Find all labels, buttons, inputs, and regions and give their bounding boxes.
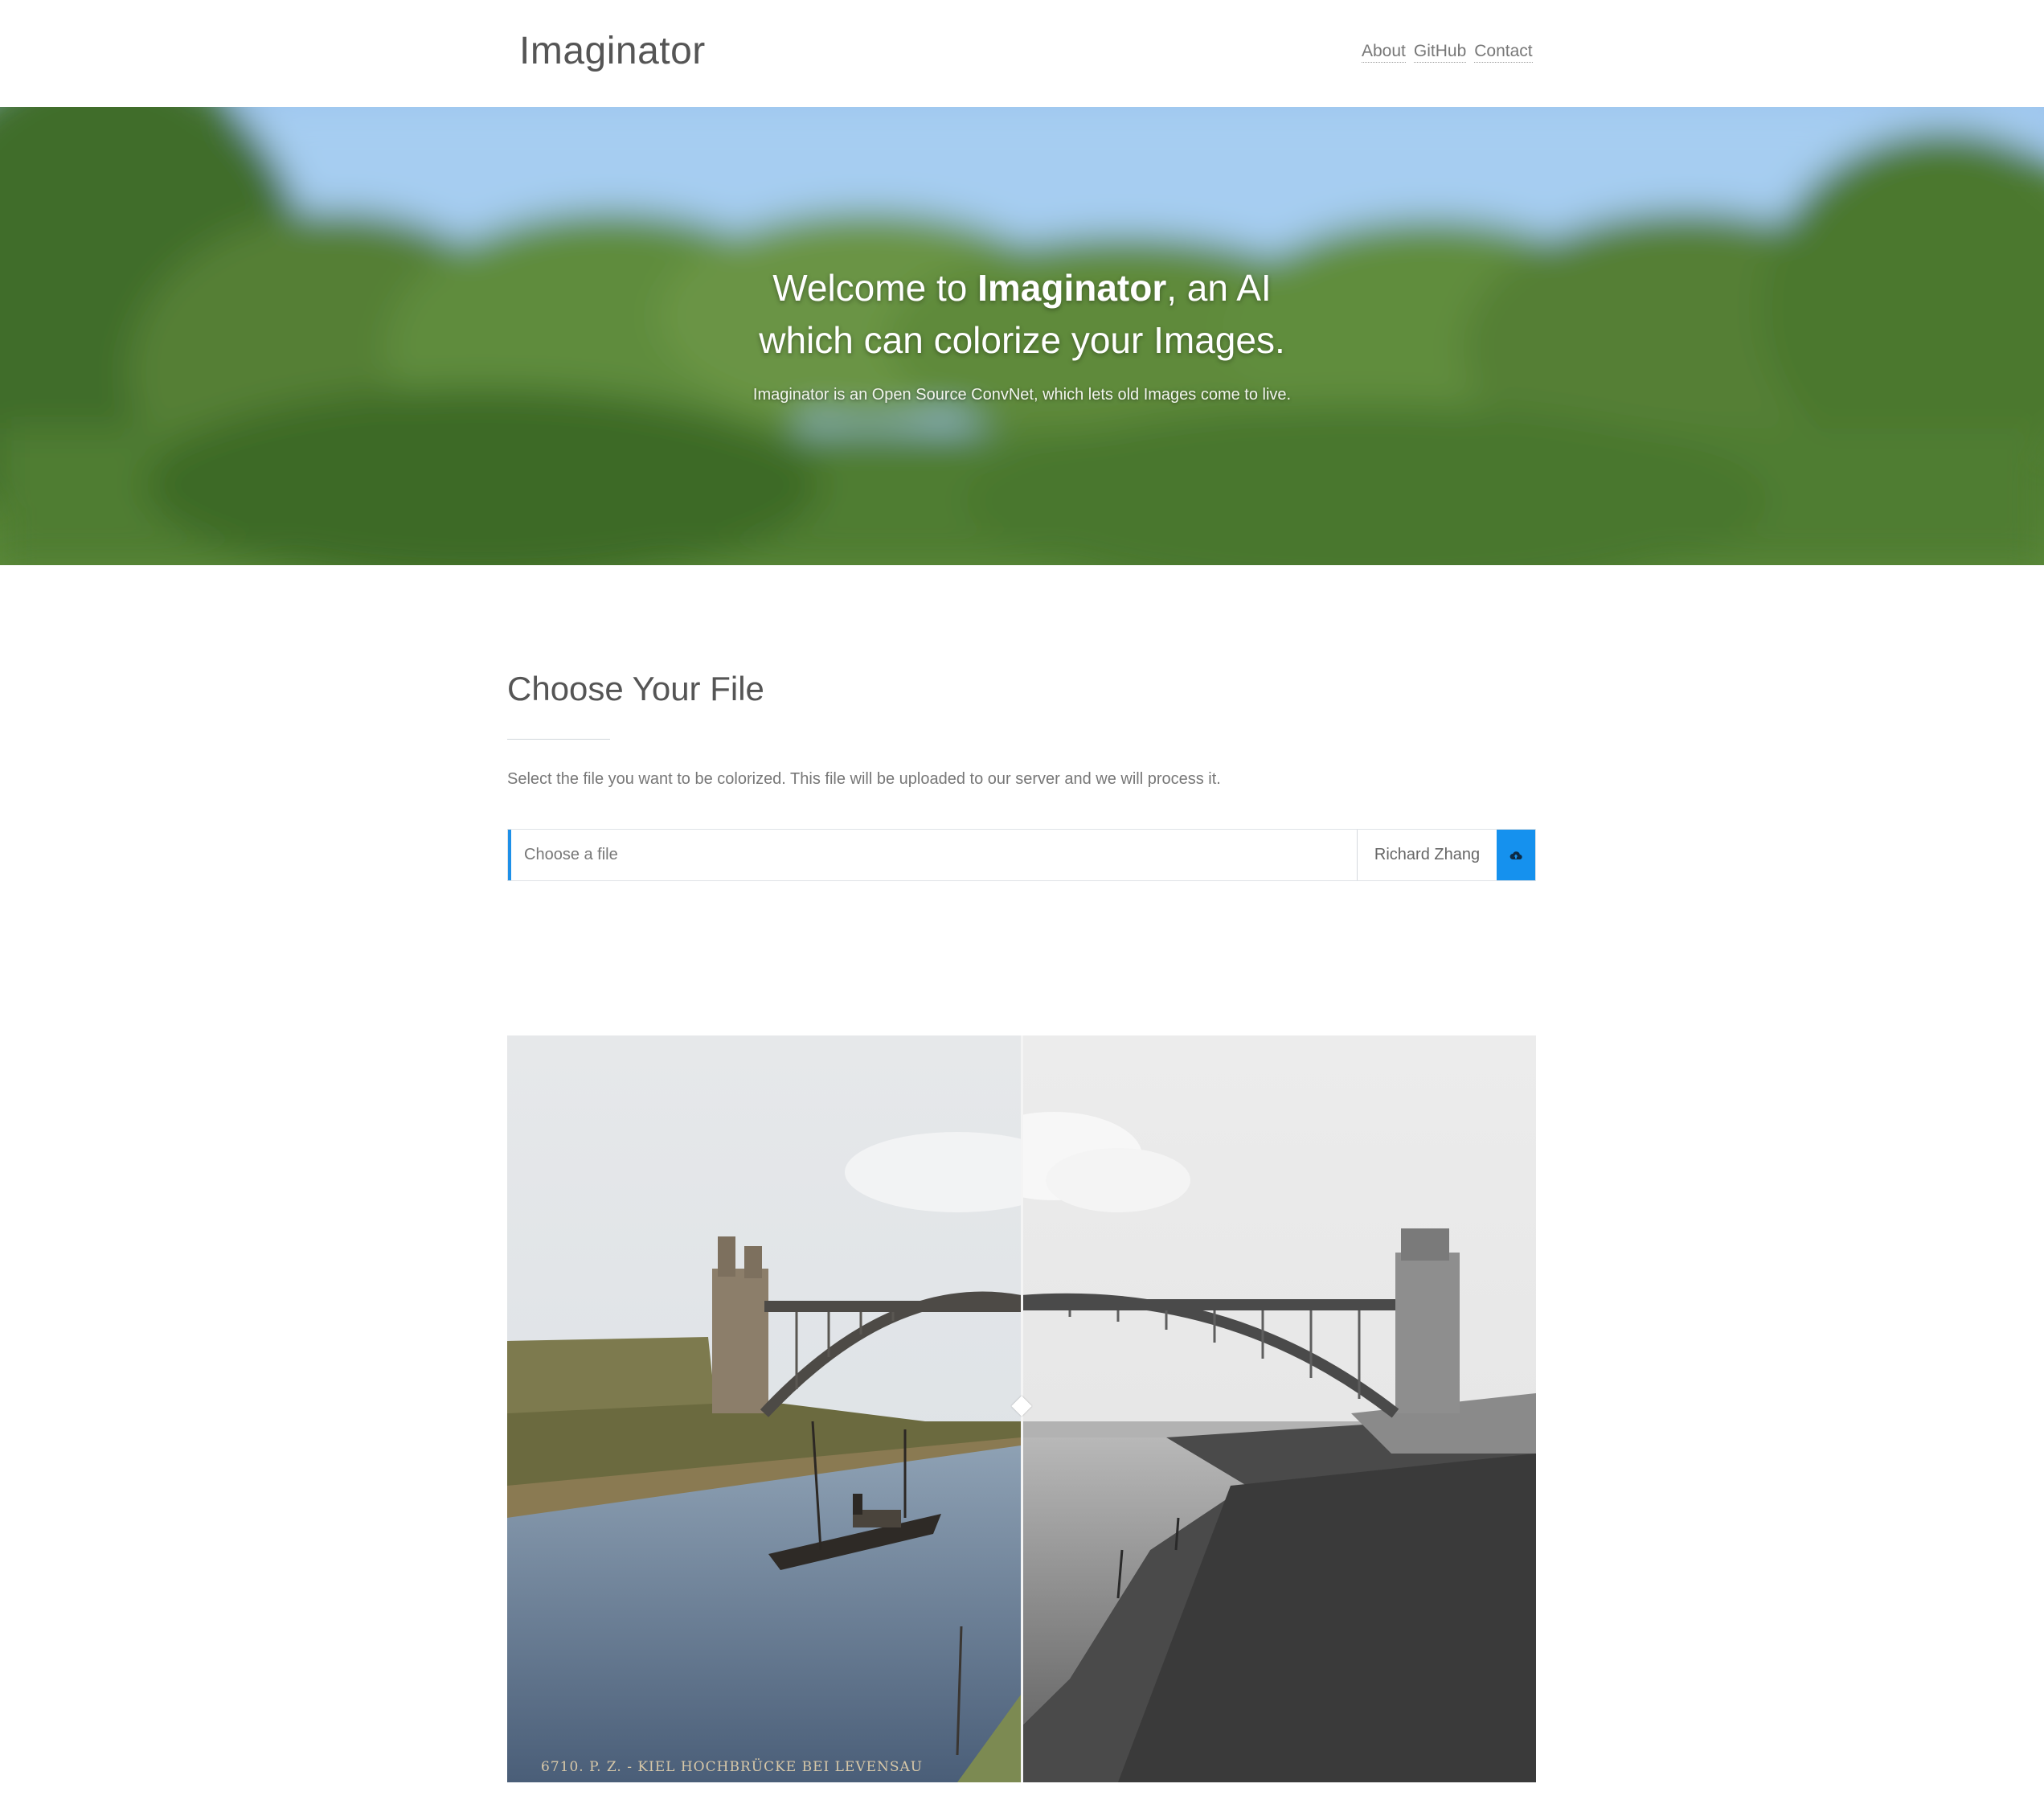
brand-logo[interactable]: Imaginator	[519, 29, 706, 73]
hero-title-prefix: Welcome to	[772, 267, 978, 309]
model-select[interactable]: Richard Zhang	[1357, 830, 1497, 880]
hero-banner: Welcome to Imaginator, an AI which can c…	[0, 107, 2044, 565]
section-title: Choose Your File	[507, 670, 764, 707]
upload-button[interactable]	[1497, 830, 1535, 880]
nav-github-link[interactable]: GitHub	[1413, 42, 1467, 63]
hero-title-suffix: , an AI	[1166, 267, 1272, 309]
cloud-upload-icon	[1509, 851, 1522, 859]
main-nav: About GitHub Contact	[1362, 42, 1533, 63]
hero-title-line2: which can colorize your Images.	[759, 319, 1285, 361]
hero-subtitle: Imaginator is an Open Source ConvNet, wh…	[752, 386, 1292, 404]
section-description: Select the file you want to be colorized…	[507, 770, 1221, 788]
hero-title-brand: Imaginator	[977, 267, 1167, 309]
file-upload-form: Choose a file Richard Zhang	[507, 829, 1536, 881]
site-header: Imaginator About GitHub Contact	[0, 0, 2044, 107]
nav-contact-link[interactable]: Contact	[1474, 42, 1533, 63]
image-caption: 6710. P. Z. - KIEL HOCHBRÜCKE BEI LEVENS…	[541, 1759, 924, 1775]
section-divider	[507, 739, 610, 740]
before-after-comparison[interactable]: 6710. P. Z. - KIEL HOCHBRÜCKE BEI LEVENS…	[507, 1035, 1536, 1782]
hero-title: Welcome to Imaginator, an AI which can c…	[0, 262, 2044, 367]
file-input[interactable]: Choose a file	[508, 830, 1357, 880]
nav-about-link[interactable]: About	[1362, 42, 1406, 63]
